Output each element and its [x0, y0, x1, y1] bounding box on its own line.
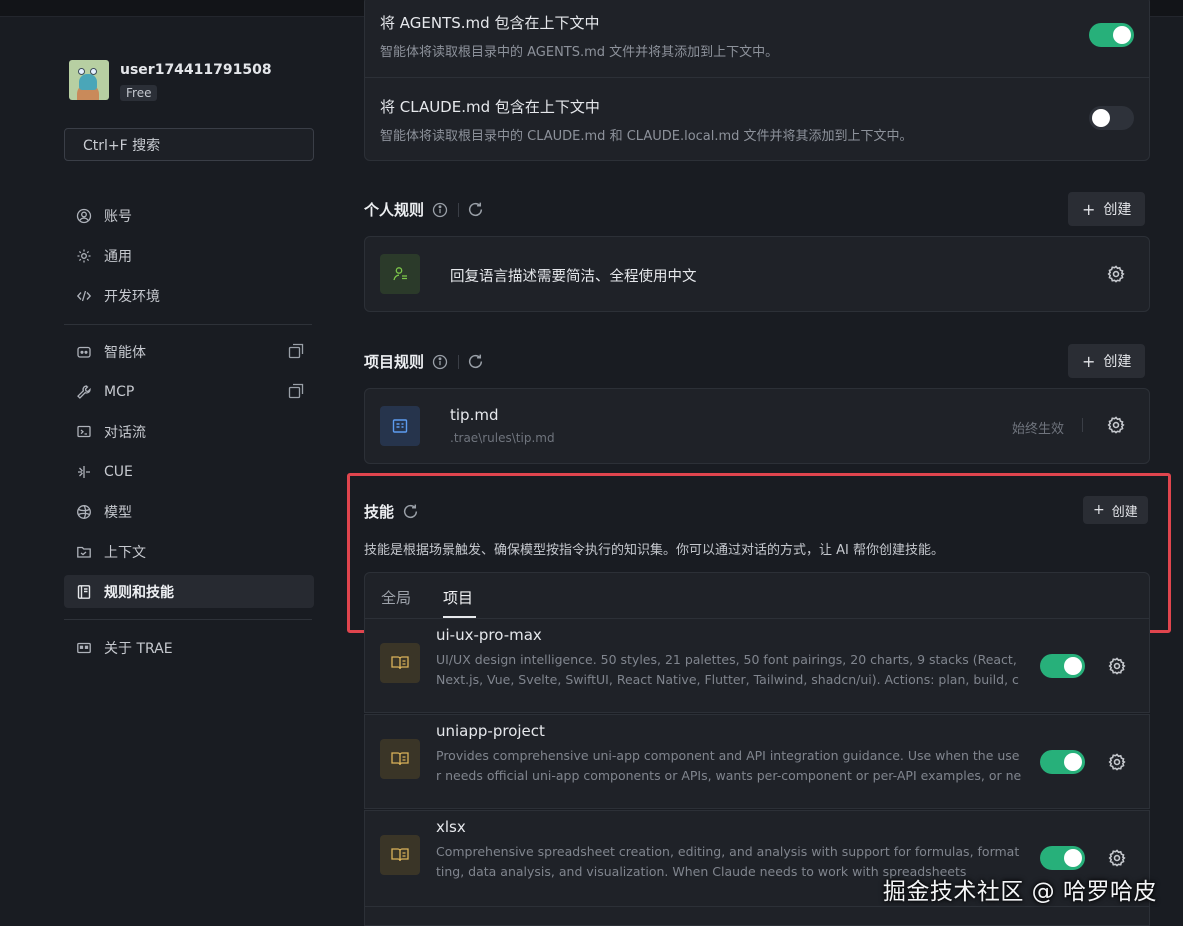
username: user174411791508	[120, 62, 272, 78]
sidebar-item-label: 开发环境	[104, 288, 160, 305]
skill-name: xlsx	[436, 818, 466, 836]
gear-icon[interactable]	[1108, 753, 1126, 771]
robot-icon	[76, 344, 92, 360]
sidebar-divider	[64, 619, 312, 620]
claude-md-toggle[interactable]	[1089, 106, 1134, 130]
gear-icon	[76, 248, 92, 264]
sidebar-item-cue[interactable]: CUE	[64, 455, 314, 488]
refresh-icon[interactable]	[467, 201, 484, 218]
book-icon	[380, 835, 420, 875]
user-rule-icon	[380, 254, 420, 294]
personal-rules-title: 个人规则	[364, 201, 425, 219]
sidebar-item-label: MCP	[104, 383, 135, 400]
sidebar-item-context[interactable]: 上下文	[64, 535, 314, 568]
skill-item[interactable]: uniapp-project Provides comprehensive un…	[364, 714, 1150, 809]
claude-md-desc: 智能体将读取根目录中的 CLAUDE.md 和 CLAUDE.local.md …	[380, 129, 913, 144]
project-rule-path: .trae\rules\tip.md	[450, 431, 555, 445]
sidebar-item-general[interactable]: 通用	[64, 239, 314, 272]
skill-item[interactable]: xlsx Comprehensive spreadsheet creation,…	[364, 810, 1150, 926]
file-rule-icon	[380, 406, 420, 446]
gear-icon[interactable]	[1108, 849, 1126, 867]
personal-rule-text: 回复语言描述需要简洁、全程使用中文	[450, 269, 697, 285]
personal-rules-header: 个人规则	[364, 199, 484, 220]
user-circle-icon	[76, 208, 92, 224]
sidebar-item-about[interactable]: 关于 TRAE	[64, 631, 314, 664]
plus-icon: +	[1082, 199, 1096, 219]
watermark: 掘金技术社区 @ 哈罗哈皮	[882, 879, 1157, 905]
plan-badge: Free	[120, 85, 158, 101]
sidebar-item-devenv[interactable]: 开发环境	[64, 279, 314, 312]
plus-icon: +	[1082, 351, 1096, 371]
info-icon[interactable]	[432, 354, 448, 370]
skill-toggle[interactable]	[1040, 846, 1085, 870]
gear-icon[interactable]	[1107, 265, 1125, 283]
gear-icon[interactable]	[1108, 657, 1126, 675]
refresh-icon[interactable]	[467, 353, 484, 370]
search-label: Ctrl+F 搜索	[83, 137, 161, 154]
open-external-icon[interactable]	[288, 343, 304, 359]
claude-md-title: 将 CLAUDE.md 包含在上下文中	[380, 98, 600, 116]
trae-logo-icon	[76, 640, 92, 656]
highlight-annotation-box	[347, 473, 1171, 633]
skill-name: uniapp-project	[436, 722, 545, 740]
skill-item[interactable]: ui-ux-pro-max UI/UX design intelligence.…	[364, 618, 1150, 713]
avatar	[69, 60, 109, 100]
book-icon	[380, 643, 420, 683]
sidebar-item-label: 规则和技能	[104, 584, 174, 601]
sidebar-item-label: 上下文	[104, 544, 146, 561]
sidebar-item-label: CUE	[104, 463, 133, 480]
sidebar-item-models[interactable]: 模型	[64, 495, 314, 528]
sidebar-divider	[64, 324, 312, 325]
status-divider	[1082, 418, 1083, 432]
agents-md-toggle[interactable]	[1089, 23, 1134, 47]
wrench-icon	[76, 384, 92, 400]
settings-search-input[interactable]: Ctrl+F 搜索	[64, 128, 314, 161]
sidebar-item-rules[interactable]: 规则和技能	[64, 575, 314, 608]
book-icon	[76, 584, 92, 600]
sidebar-item-label: 账号	[104, 208, 132, 225]
create-project-rule-button[interactable]: + 创建	[1068, 344, 1146, 378]
open-external-icon[interactable]	[288, 383, 304, 399]
sidebar-item-account[interactable]: 账号	[64, 199, 314, 232]
skill-toggle[interactable]	[1040, 750, 1085, 774]
book-icon	[380, 739, 420, 779]
sidebar-item-label: 模型	[104, 504, 132, 521]
sidebar-item-label: 关于 TRAE	[104, 640, 173, 657]
sidebar-item-mcp[interactable]: MCP	[64, 375, 314, 408]
cue-icon	[76, 464, 92, 480]
project-rule-name: tip.md	[450, 406, 499, 424]
agents-md-desc: 智能体将读取根目录中的 AGENTS.md 文件并将其添加到上下文中。	[380, 45, 779, 60]
sidebar-item-label: 智能体	[104, 344, 146, 361]
skill-toggle[interactable]	[1040, 654, 1085, 678]
skill-description: UI/UX design intelligence. 50 styles, 21…	[436, 652, 1019, 687]
sidebar-item-agents[interactable]: 智能体	[64, 335, 314, 368]
skill-name: ui-ux-pro-max	[436, 626, 542, 644]
sidebar-item-label: 通用	[104, 248, 132, 265]
skill-description: Provides comprehensive uni-app component…	[436, 748, 1022, 783]
project-rules-title: 项目规则	[364, 353, 425, 371]
agents-md-title: 将 AGENTS.md 包含在上下文中	[380, 14, 600, 32]
project-rules-header: 项目规则	[364, 351, 484, 372]
create-personal-rule-button[interactable]: + 创建	[1068, 192, 1146, 226]
user-profile[interactable]: user174411791508 Free	[69, 60, 272, 101]
sidebar-item-label: 对话流	[104, 424, 146, 441]
terminal-icon	[76, 424, 92, 440]
info-icon[interactable]	[432, 202, 448, 218]
sidebar-item-flow[interactable]: 对话流	[64, 415, 314, 448]
gear-icon[interactable]	[1107, 416, 1125, 434]
project-rule-status: 始终生效	[1012, 422, 1065, 437]
code-icon	[76, 288, 92, 304]
folder-icon	[76, 544, 92, 560]
model-icon	[76, 504, 92, 520]
